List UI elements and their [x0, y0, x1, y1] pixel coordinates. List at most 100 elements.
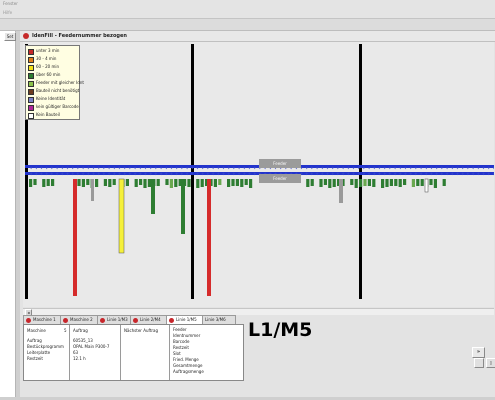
feeder-level-bar	[29, 179, 33, 187]
info-label: Bestückprogramm	[27, 344, 64, 349]
slot-marker-icon: ✦	[476, 172, 480, 178]
machine-number: 5	[64, 328, 67, 333]
slot-marker-icon: ✦	[409, 172, 413, 178]
feeder-level-bar	[403, 179, 407, 185]
legend-swatch	[28, 81, 34, 87]
slot-marker-icon: ✦	[325, 172, 329, 178]
feeder-level-bar	[165, 179, 169, 185]
slot-marker-icon: ✦	[253, 172, 257, 178]
slot-marker-icon: ✦	[351, 172, 355, 178]
slot-marker-icon: ✦	[216, 172, 220, 178]
slot-marker-icon: ✦	[45, 172, 49, 178]
slot-marker-icon: ✦	[393, 172, 397, 178]
info-label: Gesamtmenge	[173, 363, 203, 368]
status-dot-icon	[100, 317, 105, 323]
feeder-level-bar	[429, 179, 433, 185]
legend-swatch	[28, 89, 34, 95]
legend-label: kein gültiger Barcode	[36, 104, 79, 109]
slot-marker-icon: ✦	[455, 172, 459, 178]
slot-marker-icon: ✦	[34, 172, 38, 178]
slot-marker-icon: ✦	[445, 172, 449, 178]
slot-marker-icon: ✦	[123, 172, 127, 178]
tab-label: Maschine 2	[70, 317, 93, 322]
slot-marker-icon: ✦	[185, 172, 189, 178]
slot-marker-icon: ✦	[60, 172, 64, 178]
feeder-level-bar	[433, 179, 437, 188]
level-bar-green	[181, 179, 185, 234]
info-label: Leiterplatte	[27, 350, 51, 355]
slot-marker-icon: ✦	[39, 172, 43, 178]
level-bar-white	[424, 178, 429, 193]
feeder-level-bar	[112, 179, 116, 185]
set-button[interactable]: Set	[4, 32, 16, 41]
slot-marker-icon: ✦	[201, 172, 205, 178]
feeder-level-bar	[240, 179, 244, 187]
small-button[interactable]	[474, 358, 484, 368]
tab-label: Maschine 1	[33, 317, 56, 322]
feeder-label: Feeder	[259, 159, 301, 168]
slot-marker-icon: ✦	[55, 172, 59, 178]
horizontal-scrollbar[interactable]: ◂	[23, 308, 494, 316]
feeder-level-bar	[350, 179, 354, 185]
slot-marker-icon: ✦	[164, 172, 168, 178]
feeder-level-bar	[385, 179, 389, 187]
legend-label: Bauteil nicht benötigt	[36, 88, 80, 93]
feeder-level-bar	[196, 179, 200, 188]
slot-marker-icon: ✦	[211, 172, 215, 178]
menu-bar-secondary: Hilfe	[0, 9, 495, 19]
feeder-level-bar	[416, 179, 420, 186]
slot-marker-icon: ✦	[29, 172, 33, 178]
slot-marker-icon: ✦	[195, 172, 199, 178]
feeder-level-bar	[306, 179, 310, 187]
slot-marker-icon: ✦	[71, 172, 75, 178]
info-header: Nächster Auftrag	[124, 328, 159, 333]
slot-marker-icon: ✦	[315, 172, 319, 178]
level-bar-red	[73, 179, 77, 296]
slot-marker-icon: ✦	[372, 172, 376, 178]
slot-marker-icon: ✦	[206, 172, 210, 178]
menu-item-help[interactable]: Hilfe	[3, 10, 12, 15]
feeder-level-bar	[328, 179, 332, 188]
feeder-level-bar	[200, 179, 204, 187]
level-bar-gray	[91, 179, 94, 201]
forward-button[interactable]: »	[472, 347, 485, 358]
slot-marker-icon: ✦	[466, 172, 470, 178]
slot-marker-icon: ✦	[341, 172, 345, 178]
slot-marker-icon: ✦	[424, 172, 428, 178]
small-button-right[interactable]: ▯	[486, 358, 495, 368]
info-header: Maschine	[27, 328, 46, 333]
slot-marker-icon: ✦	[305, 172, 309, 178]
feeder-level-bar	[139, 179, 143, 185]
info-col-feeder: Feeder Identnummer Barcode Restzeit Slot…	[170, 325, 243, 380]
menu-bar: Fenster	[0, 0, 495, 9]
slot-marker-icon: ✦	[492, 172, 494, 178]
slot-marker-icon: ✦	[429, 172, 433, 178]
feeder-level-bar	[381, 179, 385, 188]
legend-swatch	[28, 97, 34, 103]
feeder-level-bar	[77, 179, 81, 186]
feeder-level-bar	[187, 179, 191, 187]
slot-marker-icon: ✦	[50, 172, 54, 178]
feeder-level-bar	[33, 179, 37, 185]
feeder-level-bar	[156, 179, 160, 186]
feeder-level-bar	[442, 179, 446, 186]
tab-label: Linie 1/M5	[176, 317, 197, 322]
legend-label: Feeder mit gleicher Idnt	[36, 80, 84, 85]
feeder-level-bar	[389, 179, 393, 186]
info-panel: Maschine 5 Auftrag Bestückprogramm Leite…	[23, 324, 244, 381]
slot-marker-icon: ✦	[450, 172, 454, 178]
slot-marker-icon: ✦	[377, 172, 381, 178]
slot-marker-icon: ✦	[149, 172, 153, 178]
menu-item[interactable]: Fenster	[3, 1, 18, 6]
legend-swatch	[28, 113, 34, 119]
legend-swatch	[28, 105, 34, 111]
status-dot-icon	[169, 317, 174, 323]
feeder-level-bar	[411, 179, 415, 187]
feeder-level-bar	[231, 179, 235, 186]
machine-tabs: Maschine 1 Maschine 2 Linie 1/M3 Linie 2…	[23, 315, 253, 325]
level-bar-gray	[339, 179, 343, 203]
window-titlebar: IdenFill - Feedernummer bezogen	[20, 31, 495, 42]
slot-marker-icon: ✦	[320, 172, 324, 178]
level-bar-yellow	[118, 178, 125, 254]
feeder-level-bar	[323, 179, 327, 185]
